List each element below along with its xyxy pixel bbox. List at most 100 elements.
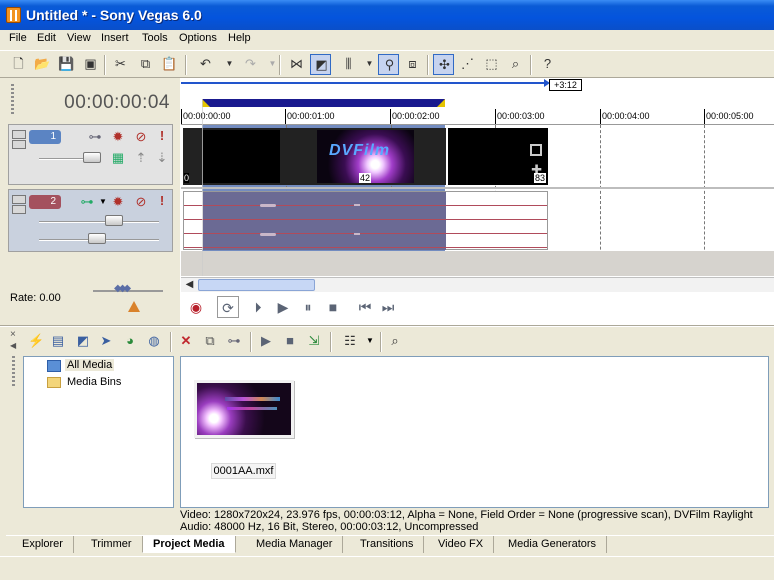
volume-slider-thumb[interactable] (105, 215, 123, 226)
event-pan-crop-icon[interactable] (530, 144, 542, 156)
tab-explorer[interactable]: Explorer (12, 536, 74, 553)
tab-media-manager[interactable]: Media Manager (246, 536, 344, 553)
media-search-icon[interactable]: ◍ (146, 333, 162, 349)
preview-play-icon[interactable]: ▶ (258, 333, 274, 349)
replace-icon[interactable]: ◕ (122, 333, 138, 349)
play-icon[interactable]: ▶ (272, 296, 294, 318)
menu-file[interactable]: File (9, 32, 27, 44)
tab-transitions[interactable]: Transitions (350, 536, 425, 553)
preview-stop-icon[interactable]: ■ (282, 333, 298, 349)
loop-start-handle[interactable] (202, 99, 210, 107)
play-from-start-icon[interactable]: ⏵ (247, 296, 269, 318)
media-thumbnail[interactable] (194, 380, 294, 438)
scroll-left-icon[interactable]: ◀ (183, 279, 196, 291)
auto-ripple-icon[interactable]: ⫼ (338, 54, 359, 75)
tab-project-media[interactable]: Project Media (142, 536, 236, 553)
remove-unused-icon[interactable]: ⚡ (28, 333, 44, 349)
tree-item-all-media[interactable]: All Media (65, 359, 115, 371)
go-to-start-icon[interactable]: ⏮ (354, 296, 376, 318)
stop-icon[interactable]: ■ (322, 296, 344, 318)
loop-playback-icon[interactable]: ⟳ (217, 296, 239, 318)
dock-grip[interactable] (12, 356, 15, 386)
views-icon[interactable]: ☷ (342, 333, 358, 349)
track-header-video[interactable]: 1 ⊶ ✹ ⊘ ! ▦ ⇡ ⇣ (8, 124, 173, 185)
remove-media-icon[interactable]: ✕ (178, 333, 194, 349)
capture-video-icon[interactable]: ◩ (75, 333, 91, 349)
copy-icon[interactable]: ⧉ (135, 54, 156, 75)
new-icon[interactable]: 🗋 (8, 54, 29, 75)
level-slider-thumb[interactable] (83, 152, 101, 163)
loop-end-handle[interactable] (437, 99, 445, 107)
pause-icon[interactable]: ⏸ (297, 296, 319, 318)
playhead-cursor[interactable] (202, 99, 203, 276)
cut-icon[interactable]: ✂ (110, 54, 131, 75)
properties-icon[interactable]: ▣ (80, 54, 101, 75)
menu-help[interactable]: Help (228, 32, 251, 44)
tab-trimmer[interactable]: Trimmer (81, 536, 143, 553)
open-icon[interactable]: 📂 (32, 54, 53, 75)
media-fx-icon[interactable]: ⊶ (226, 333, 242, 349)
loop-region-bar[interactable] (202, 99, 445, 107)
mute-icon[interactable]: ⊘ (133, 129, 149, 145)
ignore-event-grouping-icon[interactable]: ⧈ (402, 54, 423, 75)
track-motion-icon[interactable]: ⊶ (87, 129, 103, 145)
auto-preview-icon[interactable]: ⇲ (306, 333, 322, 349)
scroll-thumb[interactable] (198, 279, 315, 291)
paste-icon[interactable]: 📋 (159, 54, 180, 75)
enable-snapping-icon[interactable]: ⋈ (286, 54, 307, 75)
menu-view[interactable]: View (67, 32, 91, 44)
mute-icon[interactable]: ⊘ (133, 194, 149, 210)
track-minimize-icon[interactable] (12, 130, 26, 139)
search-icon[interactable]: ⌕ (387, 333, 403, 349)
undo-dropdown-icon[interactable]: ▼ (219, 54, 240, 75)
audio-event[interactable] (183, 191, 548, 250)
tab-media-generators[interactable]: Media Generators (498, 536, 608, 553)
auto-crossfades-icon[interactable]: ◩ (310, 54, 331, 75)
record-icon[interactable]: ◉ (185, 296, 207, 318)
rate-slider-arrows-icon[interactable]: ◆◆◆ (114, 283, 131, 294)
dock-collapse-icon[interactable]: ◀ (10, 341, 16, 350)
video-event[interactable]: ✚ 83 (448, 128, 548, 185)
make-compositing-parent-icon[interactable]: ⇡ (133, 150, 149, 166)
track-minimize-icon[interactable] (12, 195, 26, 204)
selection-edit-tool-icon[interactable]: ⬚ (481, 54, 502, 75)
tab-video-fx[interactable]: Video FX (428, 536, 495, 553)
menu-edit[interactable]: Edit (37, 32, 56, 44)
go-to-end-icon[interactable]: ⏭ (377, 296, 399, 318)
compositing-mode-icon[interactable]: ▦ (110, 150, 126, 166)
menu-tools[interactable]: Tools (142, 32, 168, 44)
volume-slider-track[interactable] (39, 221, 159, 223)
menu-options[interactable]: Options (179, 32, 217, 44)
dock-splitter[interactable] (0, 325, 774, 327)
track-effects-dropdown-icon[interactable]: ▼ (95, 194, 111, 210)
envelope-edit-tool-icon[interactable]: ⋰ (457, 54, 478, 75)
solo-icon[interactable]: ! (154, 128, 170, 144)
pan-slider-thumb[interactable] (88, 233, 106, 244)
rate-slider-thumb[interactable] (128, 301, 140, 312)
dock-close-icon[interactable]: × (10, 329, 16, 340)
track-fx-icon[interactable]: ✹ (110, 129, 126, 145)
solo-icon[interactable]: ! (154, 193, 170, 209)
track-expand-icon[interactable] (12, 140, 26, 149)
redo-icon[interactable]: ↷ (240, 54, 261, 75)
zoom-edit-tool-icon[interactable]: ⌕ (505, 54, 526, 75)
whats-this-help-icon[interactable]: ? (537, 54, 558, 75)
menu-insert[interactable]: Insert (101, 32, 129, 44)
track-expand-icon[interactable] (12, 205, 26, 214)
lock-envelopes-icon[interactable]: ⚲ (378, 54, 399, 75)
marker-bar[interactable] (181, 82, 548, 84)
track-header-audio[interactable]: 2 ⊶ ▼ ✹ ⊘ ! (8, 189, 173, 252)
save-icon[interactable]: 💾 (56, 54, 77, 75)
track-fx-icon[interactable]: ✹ (110, 194, 126, 210)
media-properties-icon[interactable]: ⧉ (202, 333, 218, 349)
normal-edit-tool-icon[interactable]: ✣ (433, 54, 454, 75)
timeline-scrollbar[interactable]: ◀ (181, 277, 774, 292)
views-dropdown-icon[interactable]: ▼ (362, 333, 378, 349)
tree-item-media-bins[interactable]: Media Bins (67, 376, 121, 388)
video-event[interactable]: DVFilm 0 42 (183, 128, 446, 185)
auto-ripple-dropdown-icon[interactable]: ▼ (359, 54, 380, 75)
undo-icon[interactable]: ↶ (195, 54, 216, 75)
import-media-icon[interactable]: ▤ (50, 333, 66, 349)
get-media-from-web-icon[interactable]: ➤ (98, 333, 114, 349)
track-effects-icon[interactable]: ⊶ (79, 194, 95, 210)
